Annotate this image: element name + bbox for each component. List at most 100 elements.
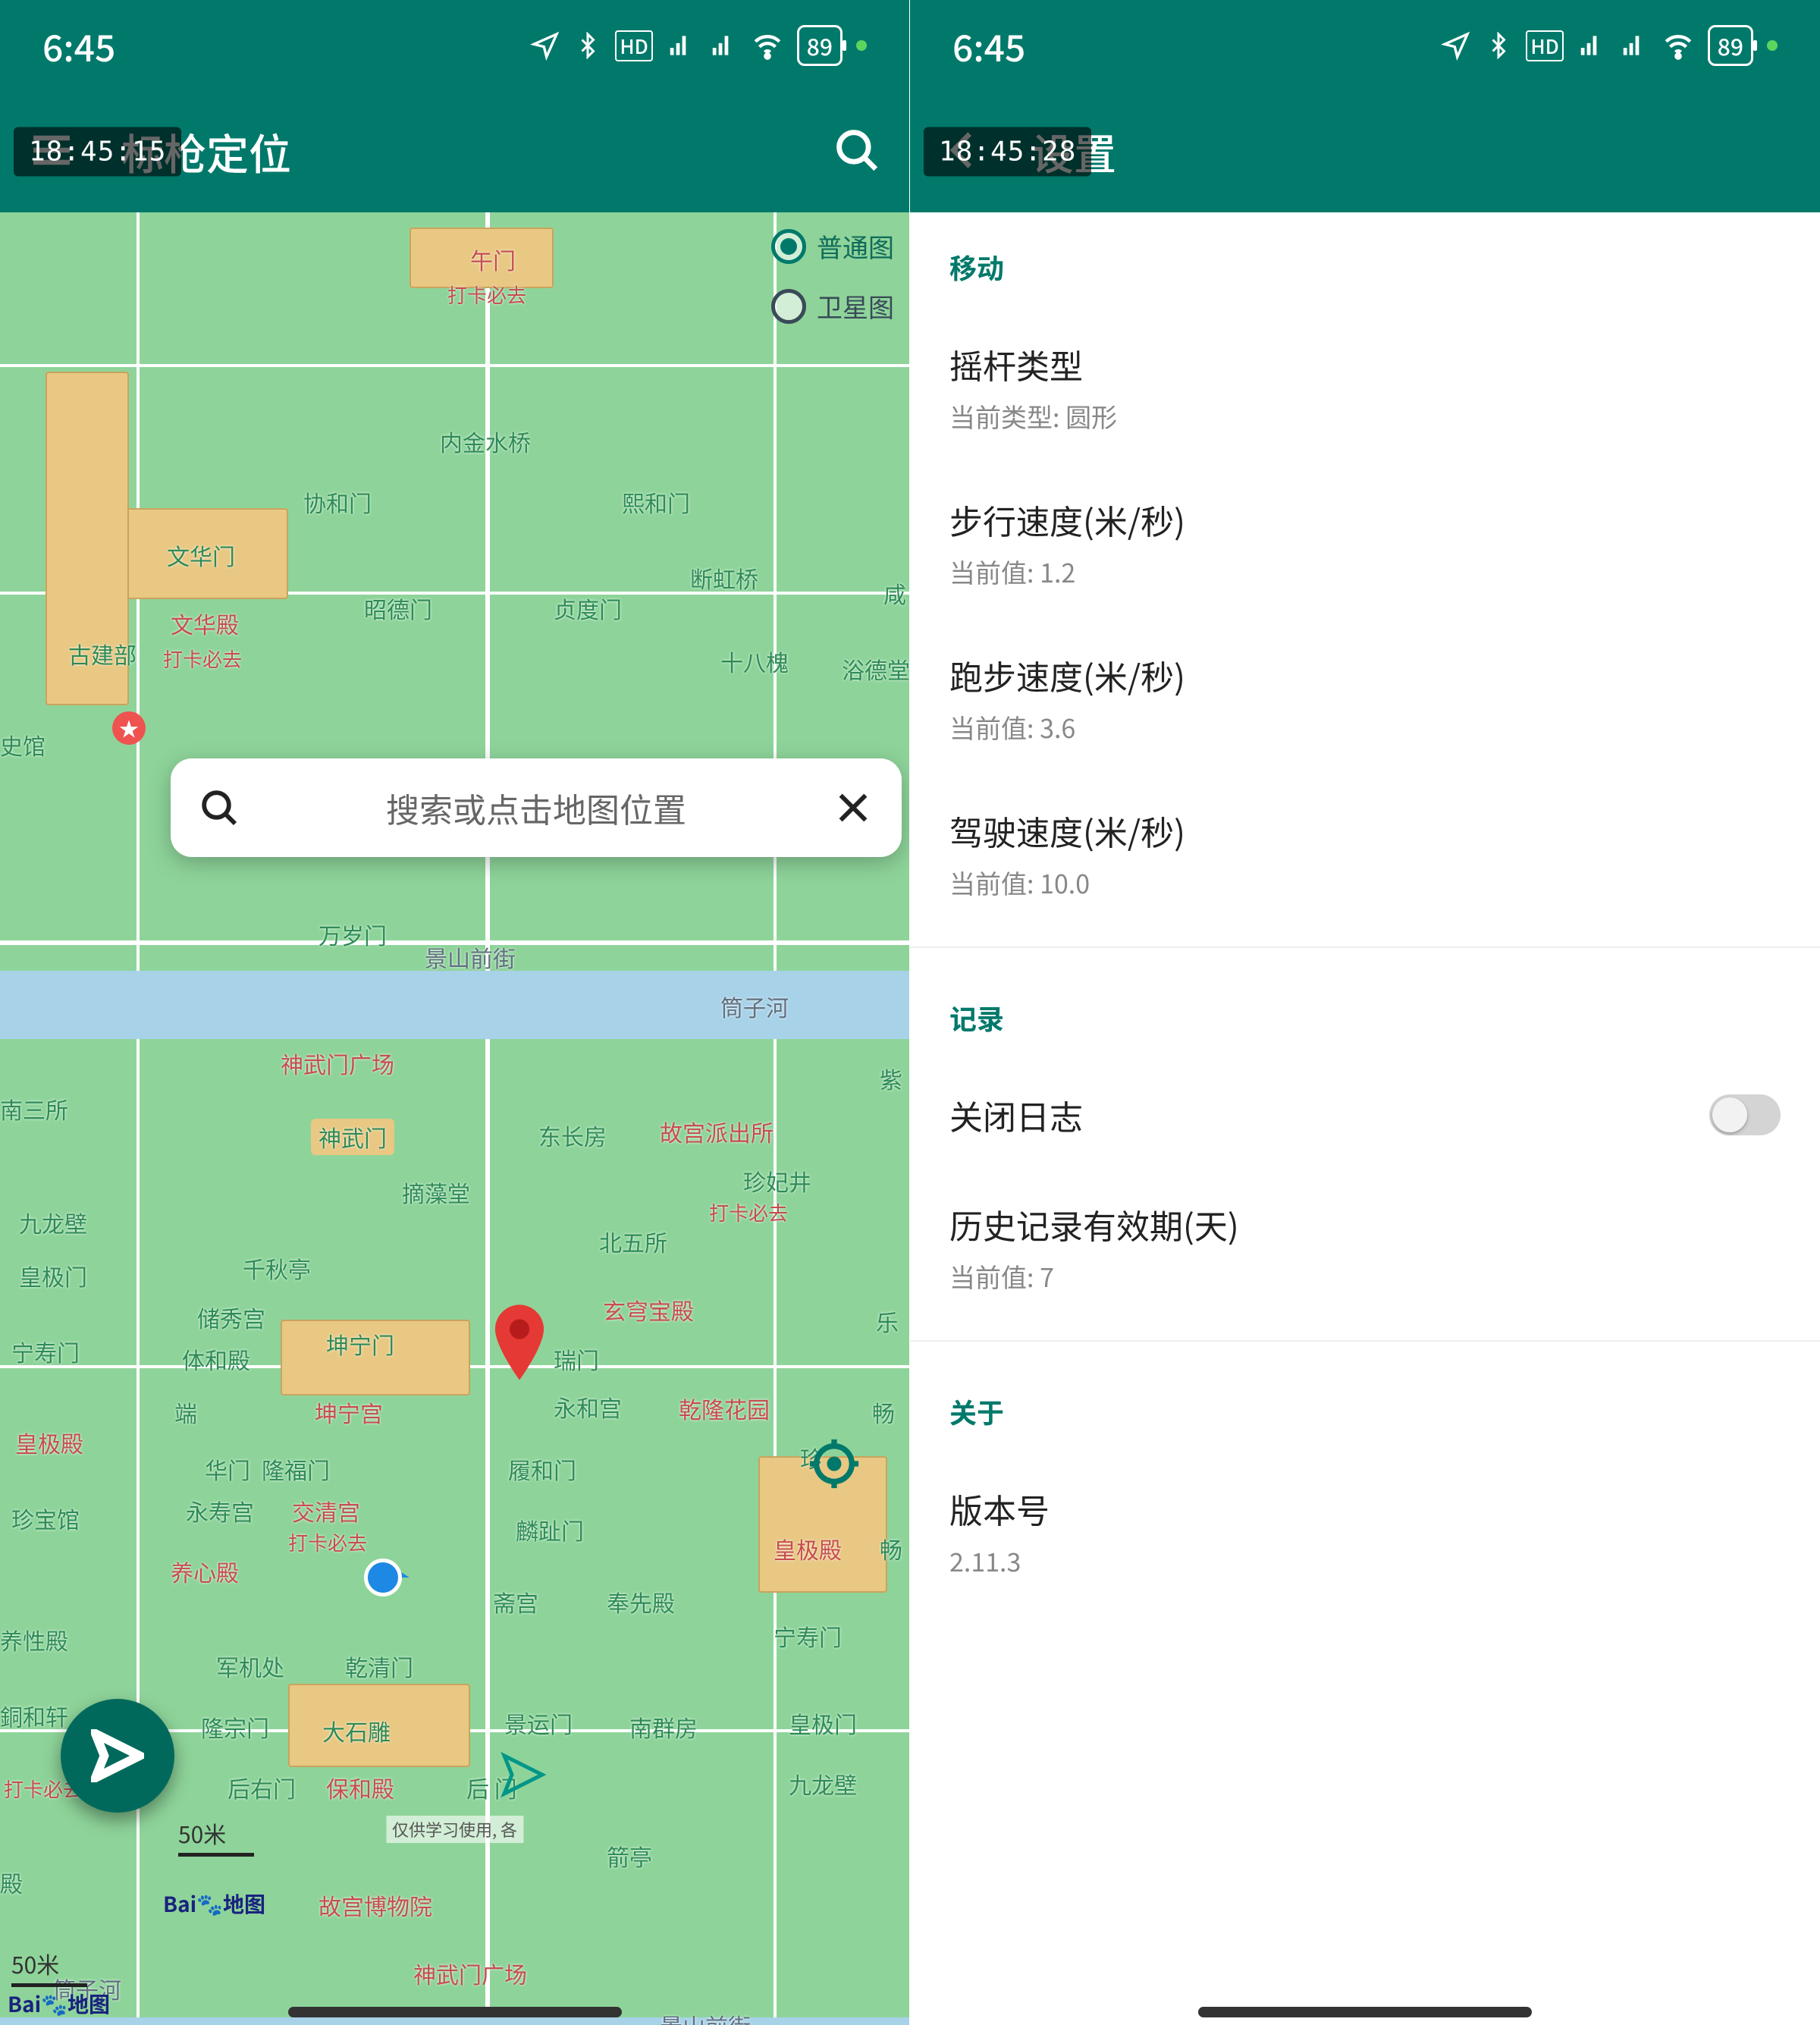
map-label: 千秋亭 xyxy=(243,1251,311,1285)
map-label: 浴德堂 xyxy=(842,652,909,686)
radio-selected-icon xyxy=(771,229,806,264)
map-pin-icon[interactable] xyxy=(493,1304,546,1380)
screen-settings: 6:45 HD 89 18:45:28 设置 移动 摇杆类型 当前类型: 圆形 xyxy=(910,0,1820,2025)
map-label: 乾隆花园 xyxy=(679,1392,770,1425)
battery-icon: 89 xyxy=(1708,25,1753,66)
map-label: 打卡必去 xyxy=(288,1528,367,1556)
map-label: 永寿宫 xyxy=(186,1494,254,1527)
map-label: 午门 xyxy=(470,243,516,276)
section-move: 移动 xyxy=(910,212,1820,309)
map-label: 殿 xyxy=(0,1866,23,1899)
map-label: 军机处 xyxy=(216,1650,284,1683)
map-label: 文华门 xyxy=(167,538,235,572)
close-icon[interactable] xyxy=(832,786,874,829)
wifi-icon xyxy=(752,30,783,61)
map-label: 熙和门 xyxy=(622,485,690,519)
map-label: 坤宁宫 xyxy=(315,1396,383,1429)
nav-handle[interactable] xyxy=(288,2007,622,2017)
layer-label: 普通图 xyxy=(817,228,894,265)
map-label: 后右门 xyxy=(228,1771,296,1804)
map-label: 交清宫 xyxy=(292,1494,360,1527)
map-label: 畅 xyxy=(872,1396,895,1429)
signal-icon-2 xyxy=(709,31,738,60)
overlay-clock-left: 18:45:15 xyxy=(14,127,181,177)
bluetooth-icon xyxy=(1485,32,1512,59)
map-label: 咸 xyxy=(883,576,906,610)
current-location-icon xyxy=(364,1555,410,1600)
map-label: 端 xyxy=(174,1396,197,1429)
setting-label: 版本号 xyxy=(949,1484,1050,1533)
scale-bar-near: 50米 xyxy=(178,1816,254,1857)
layer-normal[interactable]: 普通图 xyxy=(771,228,894,265)
map-label: 史馆 xyxy=(0,728,46,761)
search-placeholder: 搜索或点击地图位置 xyxy=(262,783,811,832)
map-label: 履和门 xyxy=(508,1452,576,1486)
layer-label: 卫星图 xyxy=(817,287,894,325)
overlay-clock-right: 18:45:28 xyxy=(924,127,1091,177)
map-label: 内金水桥 xyxy=(440,425,531,458)
setting-history-ttl[interactable]: 历史记录有效期(天) 当前值: 7 xyxy=(910,1169,1820,1325)
map-disclaimer: 仅供学习使用, 各 xyxy=(386,1816,523,1843)
status-icons: HD 89 xyxy=(1441,25,1778,66)
signal-hd-icon: HD xyxy=(615,30,652,61)
screen-pointer-icon xyxy=(500,1752,546,1797)
setting-sub: 当前类型: 圆形 xyxy=(949,397,1117,435)
baidu-logo: Bai🐾地图 xyxy=(8,1989,110,2019)
map-label: 十八槐 xyxy=(720,645,789,678)
map-label: 神武门广场 xyxy=(281,1047,394,1080)
map-label: 故宫博物院 xyxy=(318,1888,432,1922)
map-label: 銅和轩 xyxy=(0,1699,68,1732)
setting-version[interactable]: 版本号 2.11.3 xyxy=(910,1454,1820,1609)
setting-disable-log[interactable]: 关闭日志 xyxy=(910,1060,1820,1169)
signal-icon-2 xyxy=(1620,31,1649,60)
setting-run-speed[interactable]: 跑步速度(米/秒) 当前值: 3.6 xyxy=(910,620,1820,776)
wifi-icon xyxy=(1662,30,1694,61)
setting-drive-speed[interactable]: 驾驶速度(米/秒) 当前值: 10.0 xyxy=(910,776,1820,931)
setting-walk-speed[interactable]: 步行速度(米/秒) 当前值: 1.2 xyxy=(910,465,1820,620)
map-label: 九龙壁 xyxy=(19,1206,87,1239)
nav-handle[interactable] xyxy=(1198,2007,1532,2017)
scale-bar-far: 50米 xyxy=(11,1947,87,1987)
setting-sub: 当前值: 1.2 xyxy=(949,553,1185,590)
map-label: 皇极殿 xyxy=(774,1532,842,1565)
locate-me-button[interactable] xyxy=(808,1437,861,1490)
map-label: 景山前街 xyxy=(425,940,516,974)
map-label: 皇极殿 xyxy=(15,1426,83,1459)
map-label: 隆宗门 xyxy=(201,1710,269,1744)
search-bar[interactable]: 搜索或点击地图位置 xyxy=(171,758,902,857)
map-label: 储秀宫 xyxy=(197,1301,265,1334)
statusbar-left: 6:45 HD 89 xyxy=(0,0,909,91)
map-canvas[interactable]: 午门 打卡必去 内金水桥 协和门 熙和门 断虹桥 十八槐 文华门 文华殿 打卡必… xyxy=(0,212,909,2025)
map-label: 南群房 xyxy=(629,1710,698,1744)
map-label: 古建部 xyxy=(68,637,136,670)
appbar-map: 18:45:15 标枪定位 xyxy=(0,91,909,212)
setting-label: 跑步速度(米/秒) xyxy=(949,651,1185,699)
send-location-fab[interactable] xyxy=(61,1699,174,1813)
location-icon xyxy=(530,30,560,61)
map-label: 万岁门 xyxy=(318,918,387,951)
setting-joystick-type[interactable]: 摇杆类型 当前类型: 圆形 xyxy=(910,309,1820,465)
setting-label: 步行速度(米/秒) xyxy=(949,495,1185,544)
map-label: 宁寿门 xyxy=(774,1619,842,1653)
status-dot-icon xyxy=(1767,40,1778,51)
battery-icon: 89 xyxy=(797,25,843,66)
search-button[interactable] xyxy=(832,125,882,179)
map-label: 宁寿门 xyxy=(11,1335,80,1368)
map-layer-group: 普通图 卫星图 xyxy=(771,228,894,325)
map-label: 北五所 xyxy=(599,1225,667,1258)
map-label: 麟趾门 xyxy=(516,1513,584,1546)
app-title: 标枪定位 xyxy=(121,121,802,183)
map-label: 神武门广场 xyxy=(413,1957,527,1990)
appbar-settings: 18:45:28 设置 xyxy=(910,91,1820,212)
favorite-icon[interactable]: ★ xyxy=(112,711,146,745)
toggle-off-icon[interactable] xyxy=(1709,1094,1781,1135)
map-label: 皇极门 xyxy=(789,1706,857,1740)
signal-icon xyxy=(1577,31,1606,60)
map-label: 景运门 xyxy=(504,1706,573,1740)
map-label: 九龙壁 xyxy=(789,1767,857,1801)
map-label: 断虹桥 xyxy=(690,561,758,595)
map-label: 贞度门 xyxy=(554,592,622,625)
map-label: 华门 xyxy=(205,1452,250,1486)
settings-list[interactable]: 移动 摇杆类型 当前类型: 圆形 步行速度(米/秒) 当前值: 1.2 跑步速度… xyxy=(910,212,1820,2025)
layer-satellite[interactable]: 卫星图 xyxy=(771,287,894,325)
